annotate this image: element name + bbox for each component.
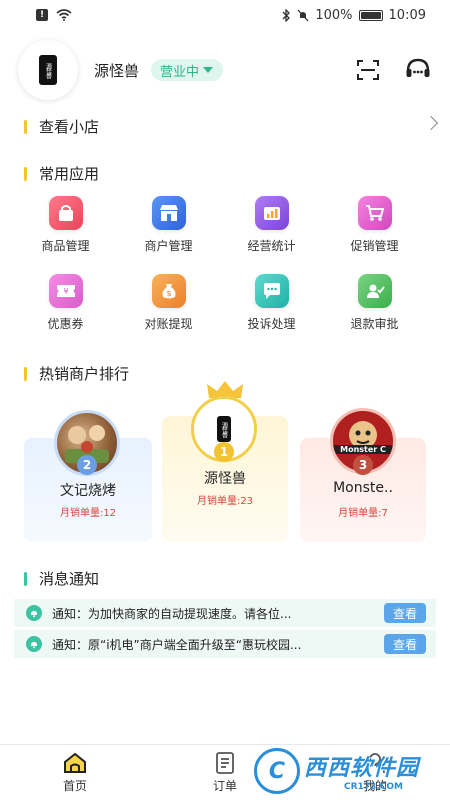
order-icon [216, 752, 234, 774]
svg-text:¥: ¥ [63, 287, 68, 296]
business-status-label: 营业中 [160, 64, 200, 80]
notice-item[interactable]: 通知：为加快商家的自动提现速度。请各位... 查看 [14, 599, 436, 627]
app-label: 投诉处理 [247, 317, 296, 331]
caret-down-icon [203, 67, 214, 73]
view-shop-row[interactable]: 查看小店 [24, 116, 99, 137]
clock: 10:09 [388, 7, 426, 23]
money-bag-icon: $ [151, 274, 186, 308]
app-refund-approval[interactable]: 退款审批 [323, 274, 426, 332]
headset-icon [406, 58, 430, 77]
merchant-name: 源怪兽 [204, 471, 246, 487]
app-label: 优惠券 [47, 317, 84, 331]
shop-avatar[interactable]: 源怪兽 [18, 40, 78, 100]
store-icon [151, 196, 186, 230]
section-bar [24, 166, 27, 181]
app-label: 商品管理 [41, 239, 90, 253]
bottom-nav: 首页 订单 我的 [0, 744, 450, 800]
section-bar [24, 366, 27, 381]
monthly-sales: 月销单量:12 [59, 508, 117, 519]
app-reconcile-withdraw[interactable]: $ 对账提现 [117, 274, 220, 332]
ranking-section-title: 热销商户排行 [24, 363, 129, 384]
home-icon [64, 752, 86, 773]
bell-icon [26, 605, 42, 621]
rank-badge: 1 [214, 442, 234, 462]
scan-button[interactable] [354, 56, 382, 84]
scan-icon [357, 60, 379, 80]
battery-percent: 100% [315, 7, 353, 23]
section-bar [24, 119, 27, 134]
status-bar: ! 100% 10:09 [0, 0, 450, 30]
app-merchant-management[interactable]: 商户管理 [117, 196, 220, 254]
shopping-bag-icon [48, 196, 83, 230]
stats-chart-icon [254, 196, 289, 230]
business-status-dropdown[interactable]: 营业中 [151, 59, 224, 81]
monthly-sales: 月销单量:7 [338, 508, 388, 519]
merchant-logo-text: Monster C [333, 445, 393, 454]
nav-home-label: 首页 [62, 779, 87, 793]
app-complaint-handling[interactable]: 投诉处理 [220, 274, 323, 332]
customer-service-button[interactable] [404, 56, 432, 84]
notice-item[interactable]: 通知：原“i机电”商户端全面升级至“惠玩校园... 查看 [14, 630, 436, 658]
notice-text: 通知：原“i机电”商户端全面升级至“惠玩校园... [52, 637, 302, 652]
shop-name: 源怪兽 [94, 61, 140, 80]
nav-mine-label: 我的 [362, 779, 387, 793]
coupon-icon: ¥ [48, 274, 83, 308]
battery-icon [358, 9, 383, 21]
header: 源怪兽 源怪兽 营业中 [18, 40, 432, 100]
user-check-icon [357, 274, 392, 308]
cart-icon [357, 196, 392, 230]
monthly-sales: 月销单量:23 [196, 496, 254, 507]
app-label: 商户管理 [144, 239, 193, 253]
rank-badge: 2 [77, 455, 97, 475]
svg-text:$: $ [166, 289, 171, 298]
nav-orders-label: 订单 [212, 779, 237, 793]
app-product-management[interactable]: 商品管理 [14, 196, 117, 254]
view-shop-label: 查看小店 [39, 118, 100, 136]
nav-home[interactable]: 首页 [0, 745, 150, 800]
bluetooth-icon [282, 8, 291, 22]
app-label: 对账提现 [144, 317, 193, 331]
view-notice-button[interactable]: 查看 [384, 603, 426, 623]
notification-alert-icon: ! [36, 9, 48, 21]
apps-section-title: 常用应用 [24, 163, 99, 184]
app-promotion-management[interactable]: 促销管理 [323, 196, 426, 254]
app-label: 经营统计 [247, 239, 296, 253]
merchant-name: 文记烧烤 [60, 483, 116, 499]
app-coupons[interactable]: ¥ 优惠券 [14, 274, 117, 332]
notices-section-title: 消息通知 [24, 568, 99, 589]
nav-mine[interactable]: 我的 [300, 745, 450, 800]
nav-orders[interactable]: 订单 [150, 745, 300, 800]
app-label: 促销管理 [350, 239, 399, 253]
chat-icon [254, 274, 289, 308]
app-label: 退款审批 [350, 317, 399, 331]
shop-logo: 源怪兽 [39, 55, 57, 85]
view-notice-button[interactable]: 查看 [384, 634, 426, 654]
merchant-name: Monste.. [333, 480, 393, 496]
app-business-statistics[interactable]: 经营统计 [220, 196, 323, 254]
user-icon [365, 753, 385, 774]
apps-grid: 商品管理 商户管理 经营统计 促销管理 ¥ 优惠券 $ 对账提现 投诉处理 退款… [14, 196, 426, 332]
mute-bell-icon [297, 9, 309, 21]
notice-text: 通知：为加快商家的自动提现速度。请各位... [52, 606, 292, 621]
wifi-icon [56, 9, 72, 21]
chevron-right-icon[interactable] [423, 115, 439, 131]
bell-icon [26, 636, 42, 652]
rank-badge: 3 [353, 455, 373, 475]
section-bar [24, 571, 27, 586]
